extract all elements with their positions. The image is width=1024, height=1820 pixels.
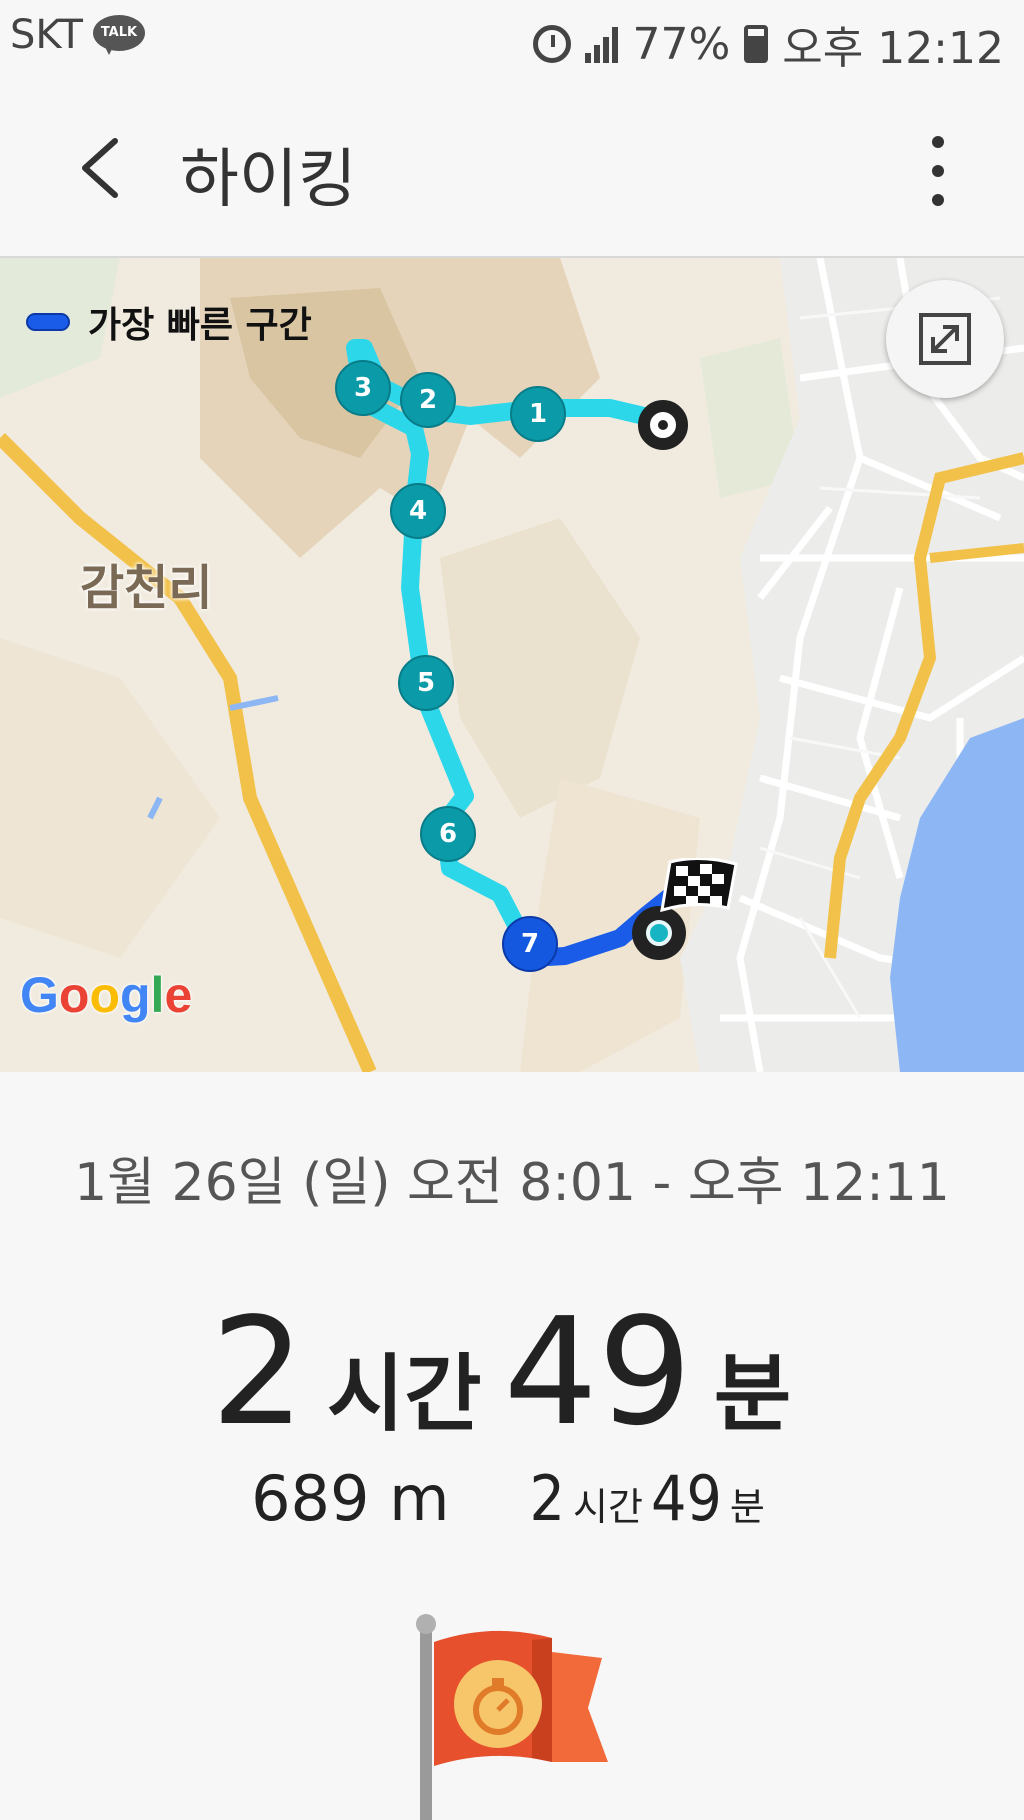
map-legend: 가장 빠른 구간 — [26, 296, 312, 348]
back-button[interactable] — [58, 126, 142, 210]
moving-duration: 2 시간 49 분 — [530, 1462, 773, 1535]
more-dot-icon — [932, 194, 944, 206]
duration-hours: 2 — [210, 1286, 305, 1458]
waypoint-4[interactable]: 4 — [390, 483, 446, 539]
talk-label: TALK — [92, 15, 145, 51]
more-dot-icon — [932, 136, 944, 148]
google-logo-letter: o — [89, 967, 120, 1023]
battery-icon — [744, 25, 769, 63]
app-bar: 하이킹 — [0, 80, 1024, 258]
status-right: 77% 오후 12:12 — [533, 12, 1004, 76]
back-arrow-icon — [82, 138, 118, 198]
place-name-label: 감천리 — [80, 560, 213, 616]
moving-hours-unit: 시간 — [573, 1485, 643, 1529]
more-dot-icon — [932, 165, 944, 177]
status-bar: SKT TALK 77% 오후 12:12 — [0, 0, 1024, 80]
alarm-icon — [533, 25, 572, 63]
google-logo: Google — [20, 966, 192, 1024]
duration-minutes-unit: 분 — [713, 1345, 792, 1443]
achievement-flag-badge[interactable] — [412, 1612, 612, 1820]
google-logo-letter: g — [120, 967, 151, 1023]
finish-flag-icon — [660, 858, 738, 913]
google-logo-letter: l — [150, 967, 165, 1023]
waypoint-1[interactable]: 1 — [510, 386, 566, 442]
moving-minutes-unit: 분 — [729, 1485, 765, 1529]
waypoint-7[interactable]: 7 — [502, 916, 558, 972]
google-logo-letter: o — [58, 967, 90, 1023]
duration-hours-unit: 시간 — [327, 1345, 482, 1443]
waypoint-3[interactable]: 3 — [335, 360, 391, 416]
stats-row: 689 m 2 시간 49 분 — [0, 1462, 1024, 1535]
date-range-text: 1월 26일 (일) 오전 8:01 - 오후 12:11 — [74, 1153, 950, 1213]
clock: 오후 12:12 — [782, 23, 1004, 74]
google-logo-letter: G — [20, 967, 59, 1023]
duration-minutes: 49 — [503, 1286, 692, 1458]
more-options-button[interactable] — [910, 136, 966, 206]
start-marker-icon[interactable] — [638, 400, 688, 450]
kakaotalk-icon: TALK — [92, 15, 145, 55]
legend-label: 가장 빠른 구간 — [88, 305, 312, 346]
moving-minutes: 49 — [650, 1462, 722, 1535]
battery-percent: 77% — [632, 18, 731, 70]
status-left: SKT TALK — [10, 12, 145, 58]
expand-map-button[interactable] — [886, 280, 1004, 398]
fastest-segment-swatch — [26, 313, 70, 331]
moving-hours: 2 — [529, 1462, 566, 1535]
carrier-label: SKT — [10, 12, 83, 58]
waypoint-6[interactable]: 6 — [420, 806, 476, 862]
waypoint-2[interactable]: 2 — [400, 372, 456, 428]
page-title: 하이킹 — [180, 143, 357, 217]
waypoint-5[interactable]: 5 — [398, 655, 454, 711]
route-map[interactable]: 가장 빠른 구간 감천리 1 2 3 4 5 6 7 Google — [0, 258, 1024, 1072]
total-duration: 2 시간 49 분 — [0, 1286, 1024, 1458]
fullscreen-icon — [919, 313, 971, 365]
distance-value: 689 m — [251, 1462, 450, 1535]
signal-icon — [585, 25, 619, 63]
google-logo-letter: e — [164, 967, 193, 1023]
